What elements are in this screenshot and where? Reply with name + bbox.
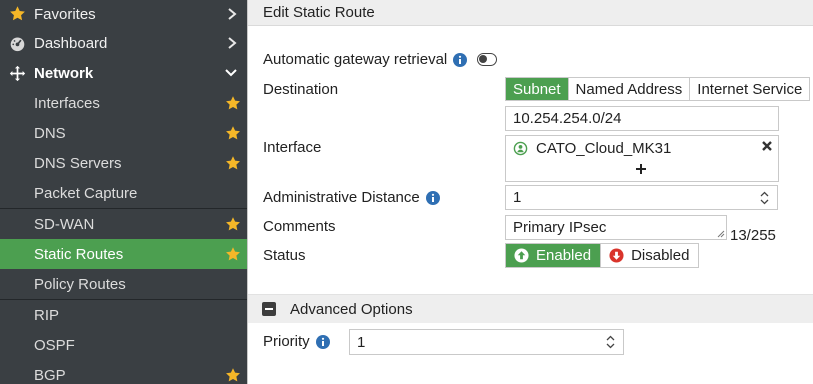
priority-row: Priority xyxy=(263,333,330,350)
sidebar-item-label: Static Routes xyxy=(34,245,124,263)
info-icon[interactable] xyxy=(425,190,440,205)
sidebar-item-label: Interfaces xyxy=(34,94,100,112)
favorite-star-icon[interactable] xyxy=(225,125,241,141)
advanced-options-title: Advanced Options xyxy=(290,300,413,318)
favorite-star-icon[interactable] xyxy=(225,246,241,262)
sidebar-item-label: Favorites xyxy=(34,5,96,23)
status-label: Status xyxy=(263,247,306,264)
status-label-text: Status xyxy=(263,247,306,264)
add-icon[interactable] xyxy=(635,163,647,175)
comments-value: Primary IPsec xyxy=(513,219,607,236)
sidebar-item-dns[interactable]: DNS xyxy=(0,118,247,148)
interface-label-text: Interface xyxy=(263,139,322,156)
sidebar-item-label: OSPF xyxy=(34,336,75,354)
subnet-input[interactable]: 10.254.254.0/24 xyxy=(505,106,779,131)
arrow-up-circle-icon xyxy=(514,248,529,263)
sidebar-item-bgp[interactable]: BGP xyxy=(0,360,247,384)
sidebar-item-rip[interactable]: RIP xyxy=(0,299,247,330)
favorite-star-icon[interactable] xyxy=(225,95,241,111)
page-title: Edit Static Route xyxy=(263,4,375,21)
comments-textarea[interactable]: Primary IPsec xyxy=(505,215,727,240)
spinner-icon[interactable] xyxy=(606,335,615,349)
chevron-right-icon xyxy=(228,37,237,49)
sidebar-item-dashboard[interactable]: Dashboard xyxy=(0,28,247,58)
remove-icon[interactable] xyxy=(761,140,773,152)
destination-label-text: Destination xyxy=(263,81,339,98)
sidebar-item-interfaces[interactable]: Interfaces xyxy=(0,88,247,118)
sidebar-item-label: BGP xyxy=(34,366,66,384)
sidebar-item-dns-servers[interactable]: DNS Servers xyxy=(0,148,247,178)
sidebar-item-label: Policy Routes xyxy=(34,275,126,293)
dashboard-icon xyxy=(10,37,25,52)
auto-gateway-label: Automatic gateway retrieval xyxy=(263,51,448,68)
priority-value: 1 xyxy=(357,333,366,351)
collapse-icon[interactable] xyxy=(262,302,276,316)
destination-subnet-button[interactable]: Subnet xyxy=(506,78,569,100)
toggle-knob xyxy=(479,55,487,63)
network-move-icon xyxy=(9,65,26,82)
priority-label: Priority xyxy=(263,333,310,350)
status-selector: Enabled Disabled xyxy=(505,243,700,268)
interface-selector[interactable]: CATO_Cloud_MK31 xyxy=(505,135,779,182)
status-disabled-button[interactable]: Disabled xyxy=(600,244,699,267)
advanced-options-header[interactable]: Advanced Options xyxy=(248,294,813,323)
arrow-down-circle-icon xyxy=(609,248,624,263)
sidebar-item-policy-routes[interactable]: Policy Routes xyxy=(0,269,247,299)
sidebar-item-label: Network xyxy=(34,64,94,82)
admin-distance-input[interactable]: 1 xyxy=(505,185,778,210)
status-enabled-label: Enabled xyxy=(536,247,592,264)
auto-gateway-toggle[interactable] xyxy=(477,53,497,66)
sidebar-item-label: Packet Capture xyxy=(34,184,138,202)
status-enabled-button[interactable]: Enabled xyxy=(506,244,601,267)
interface-value: CATO_Cloud_MK31 xyxy=(536,140,672,157)
interface-label: Interface xyxy=(263,139,321,156)
favorite-star-icon[interactable] xyxy=(225,367,241,383)
comments-label: Comments xyxy=(263,218,336,235)
auto-gateway-row: Automatic gateway retrieval xyxy=(263,51,468,68)
sidebar-item-network[interactable]: Network xyxy=(0,58,247,88)
page-header: Edit Static Route xyxy=(248,0,813,26)
admin-distance-value: 1 xyxy=(513,189,522,206)
info-icon[interactable] xyxy=(453,52,468,67)
destination-label: Destination xyxy=(263,81,338,98)
admin-distance-row: Administrative Distance xyxy=(263,189,440,206)
sidebar-item-label: DNS Servers xyxy=(34,154,122,172)
chevron-right-icon xyxy=(228,8,237,20)
tunnel-interface-icon xyxy=(513,141,528,156)
status-disabled-label: Disabled xyxy=(631,247,690,264)
sidebar-item-label: RIP xyxy=(34,306,60,324)
sidebar-item-sd-wan[interactable]: SD-WAN xyxy=(0,208,247,239)
sidebar-item-label: Dashboard xyxy=(34,34,108,52)
sidebar-item-static-routes[interactable]: Static Routes xyxy=(0,239,247,269)
sidebar-item-favorites[interactable]: Favorites xyxy=(0,0,247,28)
spinner-icon[interactable] xyxy=(760,191,769,205)
destination-internet-service-button[interactable]: Internet Service xyxy=(690,78,810,100)
admin-distance-label: Administrative Distance xyxy=(263,189,420,206)
destination-type-selector: Subnet Named Address Internet Service xyxy=(505,77,811,101)
sidebar-item-label: DNS xyxy=(34,124,66,142)
comments-label-text: Comments xyxy=(263,218,336,235)
main-panel: Edit Static Route Automatic gateway retr… xyxy=(248,0,813,384)
favorite-star-icon[interactable] xyxy=(225,155,241,171)
priority-input[interactable]: 1 xyxy=(349,329,624,355)
sidebar-item-ospf[interactable]: OSPF xyxy=(0,330,247,360)
chevron-down-icon xyxy=(225,69,237,77)
destination-named-address-button[interactable]: Named Address xyxy=(568,78,691,100)
star-icon xyxy=(10,6,25,21)
sidebar-item-label: SD-WAN xyxy=(34,215,95,233)
sidebar-item-packet-capture[interactable]: Packet Capture xyxy=(0,178,247,208)
favorite-star-icon[interactable] xyxy=(225,216,241,232)
resize-handle-icon[interactable] xyxy=(717,230,725,238)
interface-entry: CATO_Cloud_MK31 xyxy=(513,140,671,157)
info-icon[interactable] xyxy=(315,334,330,349)
comments-char-count: 13/255 xyxy=(730,227,776,244)
sidebar: Favorites Dashboard Network Interfaces D… xyxy=(0,0,247,384)
